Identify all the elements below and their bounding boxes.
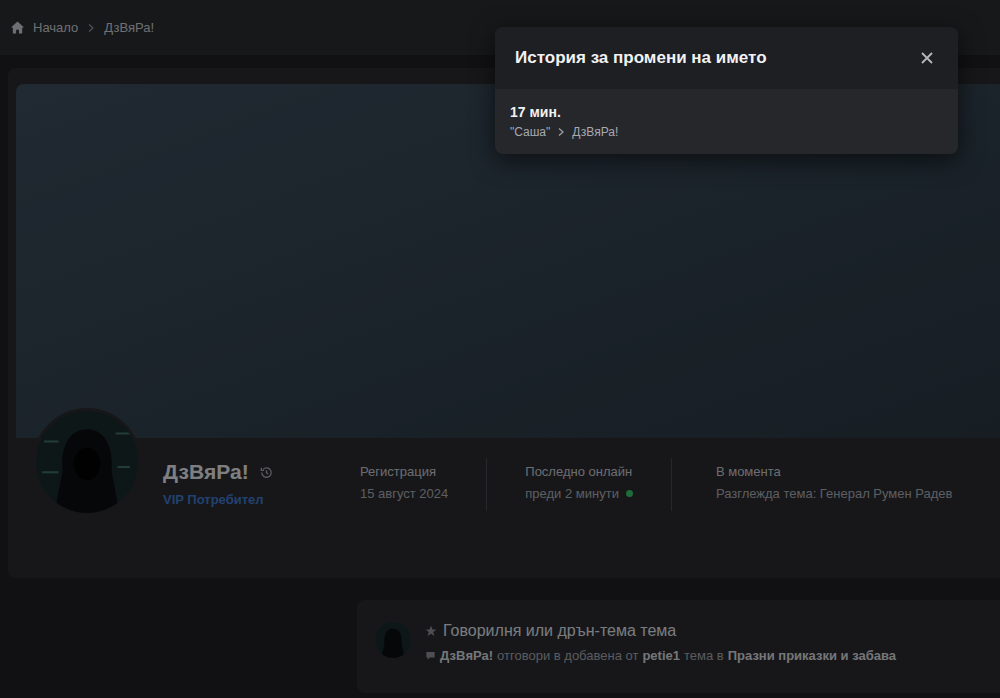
close-icon[interactable] [920, 51, 934, 65]
chevron-icon [556, 127, 566, 137]
old-name: "Саша" [510, 125, 550, 139]
dialog-header: История за промени на името [495, 27, 958, 89]
dialog-title: История за промени на името [515, 48, 767, 68]
entry-time: 17 мин. [510, 104, 943, 120]
name-history-dialog: История за промени на името 17 мин. "Саша"… [495, 27, 958, 154]
new-name: ДзВяРа! [572, 125, 618, 139]
history-entry: 17 мин. "Саша" ДзВяРа! [495, 89, 958, 154]
page: НачалоДзВяРа!ДзВяРа!VIP ПотребителРегист… [0, 0, 1000, 698]
